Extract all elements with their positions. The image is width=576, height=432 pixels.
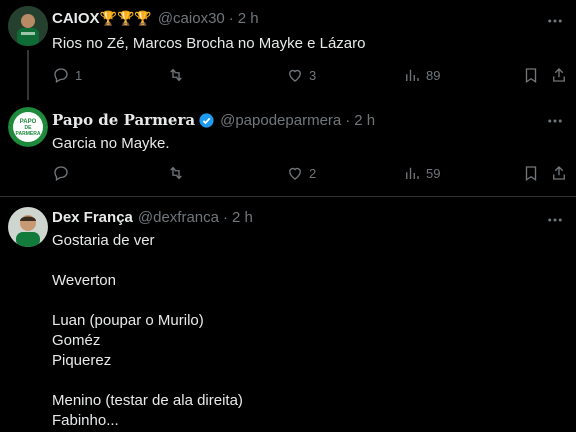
views-count: 89 [426, 67, 441, 83]
avatar[interactable]: PAPO DE PARMERA [8, 107, 48, 147]
verified-icon [198, 112, 215, 129]
retweet-icon [170, 166, 182, 180]
separator-dot: · [222, 209, 228, 226]
retweet-icon [170, 68, 182, 82]
avatar-image [8, 207, 48, 247]
tweet-line: Goméz [52, 332, 101, 349]
views-icon [406, 69, 419, 81]
like-count: 3 [309, 67, 317, 83]
thread-line [27, 50, 29, 100]
tweet-caiox[interactable]: CAIOX 🏆 🏆 🏆 @caiox30 · 2 h Rios no Zé, M… [0, 0, 576, 100]
more-icon[interactable] [546, 112, 564, 130]
handle[interactable]: @papodeparmera [220, 112, 341, 129]
tweet-header: Dex França @dexfranca · 2 h [52, 209, 253, 226]
tweet-line: Gostaria de ver [52, 232, 155, 249]
views-button[interactable]: 59 [403, 164, 440, 182]
more-icon[interactable] [546, 12, 564, 30]
action-bar: 2 59 [52, 164, 568, 184]
trophy-icon: 🏆 [116, 10, 135, 26]
svg-text:PARMERA: PARMERA [16, 131, 41, 137]
separator-dot: · [228, 10, 234, 27]
separator-dot: · [345, 111, 351, 129]
reply-icon [54, 68, 68, 83]
more-icon[interactable] [546, 211, 564, 229]
tweet-text: Gostaria de ver Weverton Luan (poupar o … [52, 231, 243, 431]
like-count: 2 [309, 165, 317, 181]
views-count: 59 [426, 165, 441, 181]
avatar-image: PAPO DE PARMERA [8, 107, 48, 147]
share-button[interactable] [550, 164, 568, 182]
trophy-icon: 🏆 [99, 10, 117, 26]
tweet-line: Menino (testar de ala direita) [52, 392, 243, 409]
display-name[interactable]: CAIOX [52, 10, 100, 27]
bookmark-icon [525, 68, 537, 84]
handle[interactable]: @caiox30 [158, 10, 225, 27]
reply-icon [54, 166, 68, 181]
views-button[interactable]: 89 [403, 66, 440, 84]
avatar-image [8, 6, 48, 46]
bookmark-button[interactable] [522, 164, 540, 182]
tweet-line: Weverton [52, 272, 116, 289]
tweet-text: Garcia no Mayke. [52, 135, 170, 152]
retweet-button[interactable] [167, 66, 190, 84]
like-icon [289, 167, 301, 180]
timestamp[interactable]: 2 h [238, 10, 259, 27]
display-name[interactable]: Papo de Parmera [52, 111, 195, 129]
reply-count: 1 [75, 67, 83, 83]
display-name[interactable]: Dex França [52, 209, 133, 226]
handle[interactable]: @dexfranca [138, 209, 219, 226]
tweet-dexfranca[interactable]: Dex França @dexfranca · 2 h Gostaria de … [0, 197, 576, 432]
like-button[interactable]: 3 [286, 66, 316, 84]
tweet-papodeparmera[interactable]: PAPO DE PARMERA Papo de Parmera @papodep… [0, 100, 576, 196]
timestamp[interactable]: 2 h [232, 209, 253, 226]
tweet-line: Fabinho... [52, 412, 119, 429]
tweet-text: Rios no Zé, Marcos Brocha no Mayke e Láz… [52, 35, 366, 52]
timestamp[interactable]: 2 h [354, 112, 375, 129]
tweet-header: CAIOX 🏆 🏆 🏆 @caiox30 · 2 h [52, 10, 259, 27]
share-icon [553, 68, 565, 82]
action-bar: 1 3 89 [52, 66, 568, 86]
avatar[interactable] [8, 207, 48, 247]
trophy-icon: 🏆 [134, 10, 152, 26]
tweet-header: Papo de Parmera @papodeparmera · 2 h [52, 111, 375, 129]
tweet-line: Luan (poupar o Murilo) [52, 312, 204, 329]
bookmark-button[interactable] [522, 66, 540, 84]
tweet-line: Piquerez [52, 352, 112, 369]
bookmark-icon [525, 166, 537, 182]
retweet-button[interactable] [167, 164, 190, 182]
reply-button[interactable] [52, 164, 75, 182]
share-button[interactable] [550, 66, 568, 84]
share-icon [553, 166, 565, 180]
like-icon [289, 69, 301, 82]
avatar[interactable] [8, 6, 48, 46]
views-icon [406, 167, 419, 179]
reply-button[interactable]: 1 [52, 66, 82, 84]
like-button[interactable]: 2 [286, 164, 316, 182]
